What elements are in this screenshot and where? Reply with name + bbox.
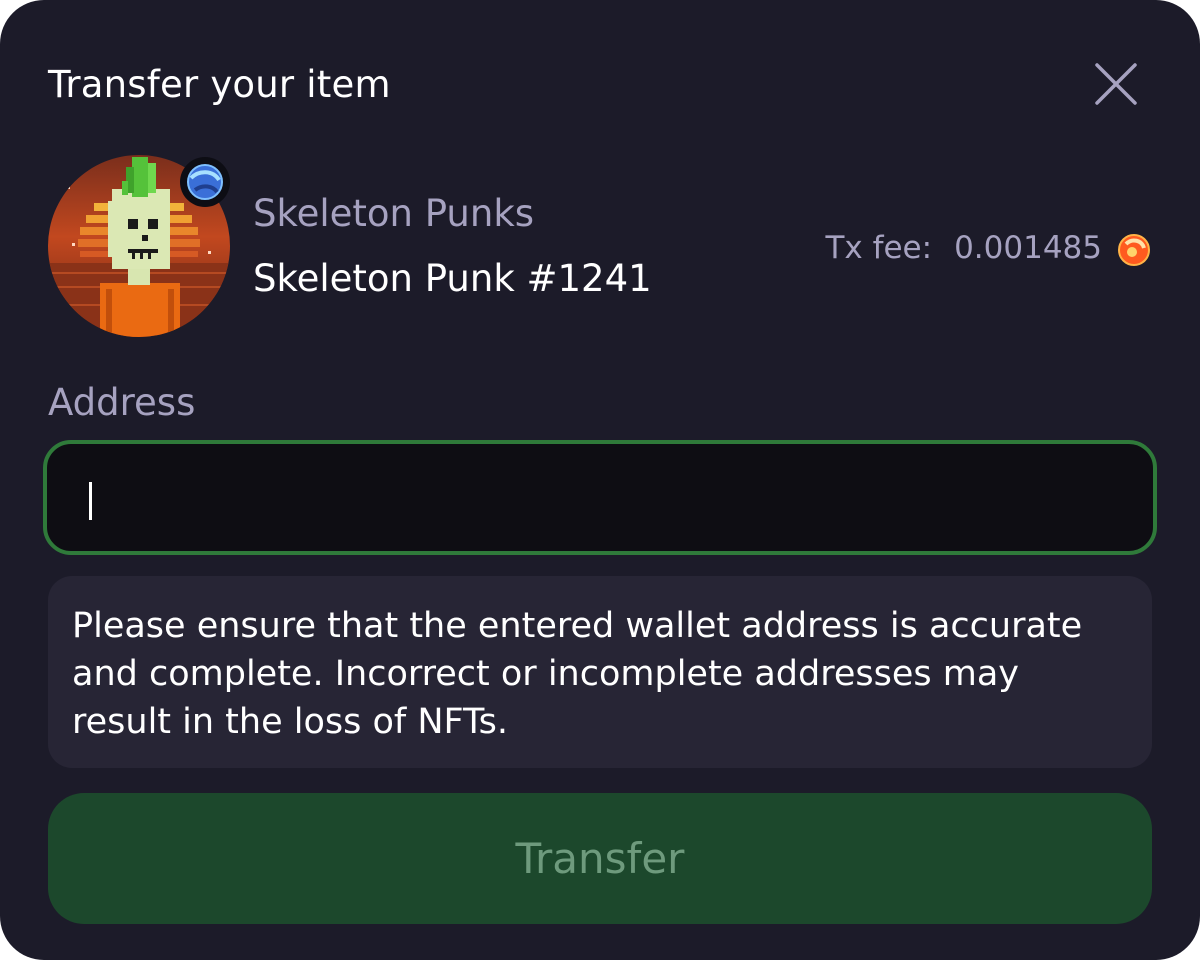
tx-fee-label: Tx fee: (825, 230, 933, 266)
address-label: Address (48, 381, 196, 424)
address-input[interactable] (43, 440, 1157, 555)
chain-badge-icon (187, 164, 223, 200)
nft-thumbnail (48, 155, 230, 337)
transfer-button[interactable]: Transfer (48, 793, 1152, 924)
item-name: Skeleton Punk #1241 (253, 257, 652, 300)
close-icon (1095, 63, 1137, 105)
close-button[interactable] (1088, 56, 1144, 112)
transfer-dialog: Transfer your item Skeleton Punks Skelet… (0, 0, 1200, 960)
chain-badge (180, 157, 230, 207)
warning-notice: Please ensure that the entered wallet ad… (48, 576, 1152, 768)
token-icon (1116, 230, 1152, 266)
collection-name: Skeleton Punks (253, 192, 535, 235)
dialog-title: Transfer your item (48, 63, 391, 106)
warning-text: Please ensure that the entered wallet ad… (72, 606, 1083, 742)
tx-fee: Tx fee: 0.001485 (825, 226, 1152, 270)
tx-fee-value: 0.001485 (954, 230, 1102, 266)
